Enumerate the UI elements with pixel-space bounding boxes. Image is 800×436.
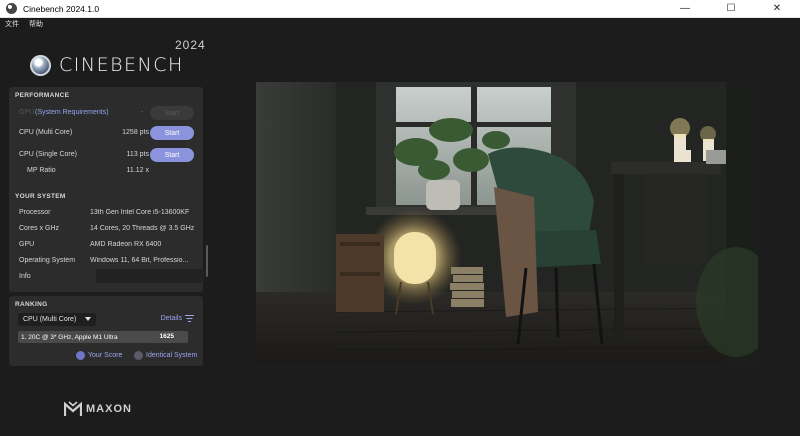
ranking-dropdown[interactable]: CPU (Multi Core): [18, 313, 96, 326]
system-value: Windows 11, 64 Bit, Professio...: [90, 257, 189, 264]
gpu-pts: -: [141, 109, 144, 116]
cpu-multi-row: CPU (Multi Core) 1258 pts Start: [9, 125, 203, 141]
sidebar: CINEBENCH 2024 PERFORMANCE GPU (System R…: [0, 30, 210, 436]
cpu-single-pts: 113 pts: [126, 151, 149, 158]
system-label: Info: [19, 273, 31, 280]
menu-bar: 文件 帮助: [0, 18, 800, 30]
sidebar-scrollbar[interactable]: [206, 245, 208, 277]
system-row-cores: Cores x GHz 14 Cores, 20 Threads @ 3.5 G…: [9, 221, 203, 237]
info-field[interactable]: [96, 269, 204, 283]
legend-your-label: Your Score: [88, 352, 123, 359]
details-button[interactable]: Details: [161, 315, 194, 322]
ranking-entry-score: 1625: [159, 333, 174, 340]
system-row-gpu: GPU AMD Radeon RX 6400: [9, 237, 203, 253]
legend-identical-system: Identical System: [134, 351, 197, 360]
logo-year: 2024: [175, 38, 206, 52]
gpu-start-button[interactable]: Start: [150, 106, 194, 120]
window-title: Cinebench 2024.1.0: [23, 3, 100, 14]
gpu-requirements-link[interactable]: (System Requirements): [35, 109, 109, 116]
logo-word: CINEBENCH: [59, 54, 184, 76]
system-value: AMD Radeon RX 6400: [90, 241, 162, 248]
ranking-panel: RANKING CPU (Multi Core) Details 1. 20C …: [9, 296, 203, 366]
cpu-single-start-button[interactable]: Start: [150, 148, 194, 162]
app-icon: [6, 3, 17, 14]
system-label: Processor: [19, 209, 51, 216]
system-row-processor: Processor 13th Gen Intel Core i5-13600KF: [9, 205, 203, 221]
gpu-row: GPU (System Requirements) - Start: [9, 105, 203, 121]
mp-ratio-value: 11.12 x: [126, 167, 149, 174]
system-value: 13th Gen Intel Core i5-13600KF: [90, 209, 190, 216]
system-title: YOUR SYSTEM: [15, 193, 66, 200]
maxon-word: MAXON: [86, 403, 132, 415]
maxon-logo: MAXON: [64, 401, 132, 417]
chevron-down-icon: [85, 317, 91, 321]
legend-identical-label: Identical System: [146, 352, 198, 359]
title-bar: Cinebench 2024.1.0 — ☐ ✕: [0, 0, 800, 18]
system-value: 14 Cores, 20 Threads @ 3.5 GHz: [90, 225, 195, 232]
cinebench-logo: CINEBENCH 2024: [30, 38, 205, 80]
system-panel: YOUR SYSTEM Processor 13th Gen Intel Cor…: [9, 188, 204, 292]
cpu-single-row: CPU (Single Core) 113 pts Start: [9, 147, 203, 163]
maxon-m-icon: [64, 401, 82, 416]
legend-your-score: Your Score: [76, 351, 122, 360]
minimize-button[interactable]: —: [662, 0, 708, 18]
mp-ratio-label: MP Ratio: [27, 167, 56, 174]
your-score-dot-icon: [76, 351, 85, 360]
cpu-multi-start-button[interactable]: Start: [150, 126, 194, 140]
ranking-dropdown-value: CPU (Multi Core): [23, 316, 77, 323]
details-label: Details: [160, 315, 182, 322]
system-label: Operating System: [19, 257, 76, 264]
ranking-entry: 1. 20C @ 3* GHz, Apple M1 Ultra 1625: [18, 331, 188, 343]
mp-ratio-row: MP Ratio 11.12 x: [9, 163, 203, 179]
system-label: Cores x GHz: [19, 225, 60, 232]
system-label: GPU: [19, 241, 35, 248]
cpu-multi-pts: 1258 pts: [122, 129, 149, 136]
filter-icon: [185, 315, 194, 322]
identical-system-dot-icon: [134, 351, 143, 360]
cinebench-sphere-icon: [30, 54, 51, 76]
menu-help[interactable]: 帮助: [29, 19, 43, 29]
performance-title: PERFORMANCE: [15, 92, 70, 99]
system-row-os: Operating System Windows 11, 64 Bit, Pro…: [9, 253, 203, 269]
maximize-button[interactable]: ☐: [708, 0, 754, 18]
gpu-label: GPU: [19, 109, 35, 116]
ranking-title: RANKING: [15, 301, 48, 308]
menu-file[interactable]: 文件: [5, 19, 19, 29]
close-button[interactable]: ✕: [754, 0, 800, 18]
cpu-multi-label: CPU (Multi Core): [19, 129, 73, 136]
render-scene-image: [256, 82, 758, 364]
cpu-single-label: CPU (Single Core): [19, 151, 77, 158]
render-viewport: [256, 82, 758, 364]
ranking-entry-label: 1. 20C @ 3* GHz, Apple M1 Ultra: [21, 333, 118, 341]
